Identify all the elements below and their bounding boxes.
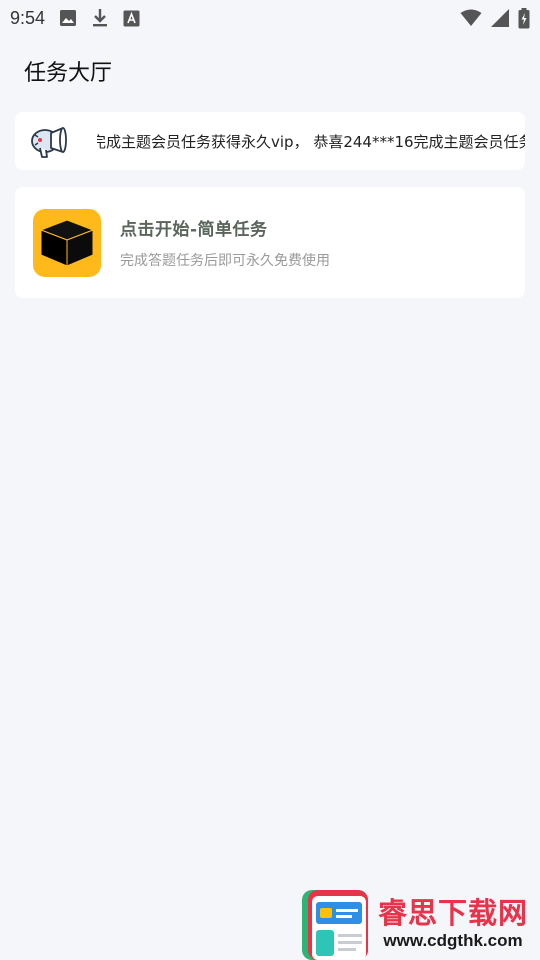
watermark-text: 睿思下载网 www.cdgthk.com (378, 896, 528, 952)
watermark-title: 睿思下载网 (378, 896, 529, 930)
status-bar: 9:54 (0, 0, 540, 36)
watermark: 睿思下载网 www.cdgthk.com (298, 888, 540, 960)
simple-task-card[interactable]: 点击开始-简单任务 完成答题任务后即可永久免费使用 (15, 187, 525, 298)
box-icon (33, 208, 101, 277)
task-info: 点击开始-简单任务 完成答题任务后即可永久免费使用 (120, 215, 330, 270)
ticker-text: 完成主题会员任务获得永久vip， 恭喜244***16完成主题会员任务获得永久v… (97, 132, 525, 151)
text-a-icon (123, 10, 140, 27)
status-time: 9:54 (10, 7, 46, 28)
megaphone-icon (29, 121, 69, 161)
status-right (460, 7, 530, 29)
page-title: 任务大厅 (24, 61, 113, 86)
wifi-icon (460, 9, 482, 27)
watermark-url: www.cdgthk.com (383, 931, 523, 950)
battery-icon (518, 7, 530, 29)
download-icon (91, 8, 109, 28)
watermark-logo (298, 888, 370, 960)
image-icon (59, 9, 77, 27)
signal-icon (490, 8, 510, 28)
status-left: 9:54 (10, 8, 140, 29)
ticker-viewport: 完成主题会员任务获得永久vip， 恭喜244***16完成主题会员任务获得永久v… (97, 131, 525, 152)
announcement-ticker[interactable]: 完成主题会员任务获得永久vip， 恭喜244***16完成主题会员任务获得永久v… (15, 112, 525, 170)
task-description: 完成答题任务后即可永久免费使用 (120, 253, 330, 269)
task-title: 点击开始-简单任务 (120, 220, 268, 240)
